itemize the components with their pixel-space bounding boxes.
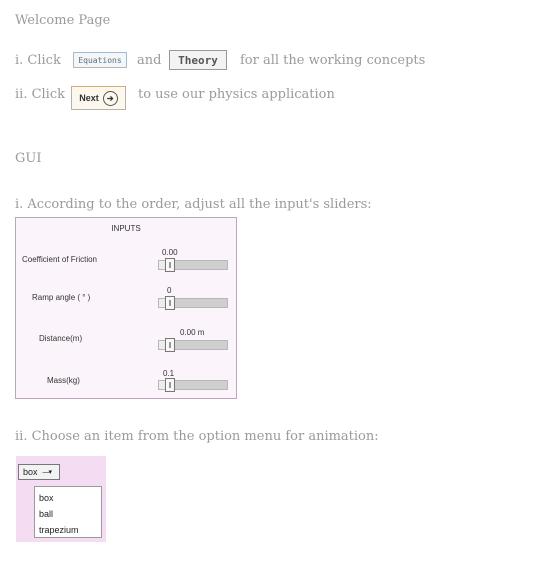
distance-slider-thumb[interactable]: [165, 338, 175, 352]
ramp-angle-label: Ramp angle ( ° ): [32, 293, 91, 302]
inputs-panel: INPUTS Coefficient of Friction 0.00 Ramp…: [15, 217, 237, 399]
step2-prefix: ii. Click: [15, 87, 66, 102]
step1-prefix: i. Click: [15, 53, 61, 68]
mass-slider[interactable]: [158, 378, 228, 392]
option-trapezium[interactable]: trapezium: [35, 522, 101, 538]
mass-value: 0.1: [163, 369, 175, 378]
ramp-angle-value: 0: [167, 286, 172, 295]
option-menu-panel: box ―▾ box ball trapezium: [16, 456, 106, 542]
step1-and: and: [137, 53, 162, 68]
option-ball[interactable]: ball: [35, 506, 101, 522]
friction-slider[interactable]: [158, 258, 228, 272]
option-menu[interactable]: box ―▾: [18, 464, 60, 480]
chevron-down-icon: ―▾: [42, 469, 52, 476]
friction-label: Coefficient of Friction: [22, 255, 97, 264]
page-title: Welcome Page: [15, 13, 111, 28]
friction-value: 0.00: [162, 248, 178, 257]
inputs-title: INPUTS: [111, 224, 141, 233]
option-menu-dropdown: box ball trapezium: [34, 486, 102, 538]
theory-button[interactable]: Theory: [169, 50, 227, 70]
equations-button[interactable]: Equations: [73, 52, 127, 68]
option-menu-selected: box: [23, 467, 38, 477]
option-box[interactable]: box: [35, 490, 101, 506]
distance-label: Distance(m): [39, 334, 83, 343]
ramp-angle-slider[interactable]: [158, 296, 228, 310]
distance-value: 0.00 m: [180, 328, 205, 337]
distance-slider[interactable]: [158, 338, 228, 352]
ramp-angle-slider-thumb[interactable]: [165, 296, 175, 310]
gui-heading: GUI: [15, 151, 42, 166]
mass-label: Mass(kg): [47, 376, 80, 385]
gui-step1: i. According to the order, adjust all th…: [15, 197, 372, 212]
step2-suffix: to use our physics application: [138, 87, 335, 102]
next-button-label: Next: [79, 93, 99, 103]
step1-suffix: for all the working concepts: [240, 53, 426, 68]
friction-slider-thumb[interactable]: [165, 258, 175, 272]
mass-slider-thumb[interactable]: [165, 378, 175, 392]
gui-step2: ii. Choose an item from the option menu …: [15, 429, 379, 444]
arrow-right-circle-icon: ➔: [102, 90, 118, 106]
next-button[interactable]: Next ➔: [71, 86, 126, 110]
